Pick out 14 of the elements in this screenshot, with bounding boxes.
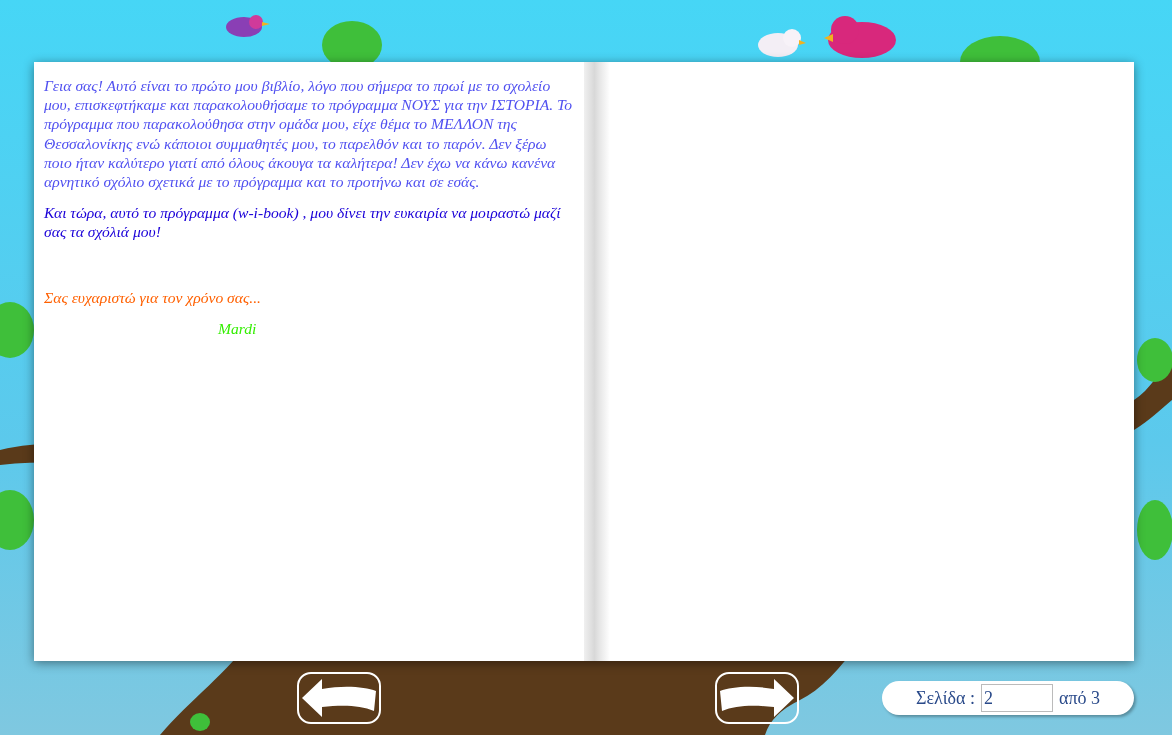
previous-page-button[interactable] <box>297 672 381 724</box>
paragraph-text: Γεια σας! Αυτό είναι το πρώτο μου βιβλίο, λόγο που σήμερα το πρωί με το σχολείο μου, επισκεφτήκαμε και παρακολουθήσαμε το πρόγραμμα ΝΟΥΣ για την ΙΣΤΟΡΙΑ. Το πρόγραμμα που παρακολούθησα στην ομάδα μου, είχε θέμα το ΜΕΛΛΟΝ της Θεσσαλονίκης ενώ κάποιοι συμμαθητές μου, το παρελθόν και το παρόν. Δεν ξέρω ποιο ήταν καλύτερο γιατί από όλους άκουγα τα καλήτερα! Δεν έχω να κάνω κανένα αρνητικό σχόλιο σχετικά με το πρόγραμμα και το προτήνω και σε εσάς. <box>44 76 574 192</box>
page-label: Σελίδα : <box>915 686 975 710</box>
page-number-field[interactable]: 2 <box>980 684 1053 712</box>
bird-drawing <box>758 29 806 57</box>
bird-drawing <box>226 15 270 37</box>
right-arrow-icon <box>718 677 796 719</box>
left-arrow-icon <box>300 677 378 719</box>
next-page-button[interactable] <box>715 672 799 724</box>
closing-text: Σας ευχαριστώ για τον χρόνο σας... <box>44 287 262 307</box>
paragraph-text: Και τώρα, αυτό το πρόγραμμα (w-i-book) , μου δίνει την ευκαιρία να μοιραστώ μαζί σας τα σχόλιά μου! <box>44 203 562 242</box>
bird-drawing <box>824 16 896 58</box>
signature-text: Mardi <box>217 318 258 339</box>
page-total: από 3 <box>1058 686 1100 710</box>
